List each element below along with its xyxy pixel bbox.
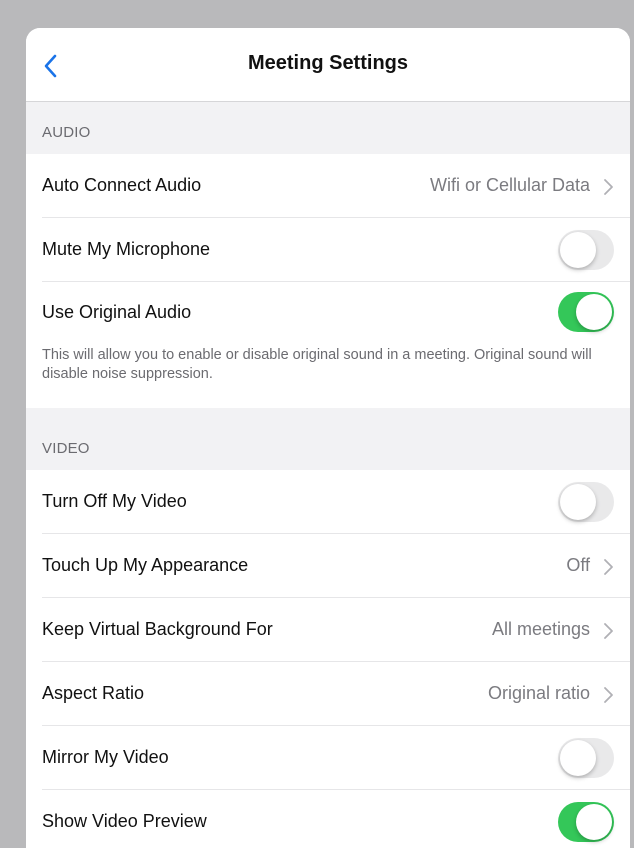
turn-off-video-label: Turn Off My Video xyxy=(42,491,187,511)
video-preview-label: Show Video Preview xyxy=(42,811,207,831)
virtual-background-value: All meetings xyxy=(491,619,590,639)
mirror-video-label: Mirror My Video xyxy=(42,747,169,767)
toggle-knob xyxy=(560,232,596,268)
video-preview-row: Show Video Preview xyxy=(26,790,630,848)
original-audio-label: Use Original Audio xyxy=(42,302,192,322)
settings-panel: Meeting Settings AUDIO Auto Connect Audi… xyxy=(26,28,630,848)
chevron-right-icon xyxy=(604,687,613,703)
navigation-bar: Meeting Settings xyxy=(26,28,630,102)
auto-connect-audio-value: Wifi or Cellular Data xyxy=(429,175,590,195)
aspect-ratio-label: Aspect Ratio xyxy=(42,683,145,703)
mute-microphone-label: Mute My Microphone xyxy=(42,239,211,259)
chevron-right-icon xyxy=(604,623,613,639)
original-audio-description: This will allow you to enable or disable… xyxy=(42,347,592,382)
chevron-right-icon xyxy=(604,179,613,195)
mute-microphone-toggle[interactable] xyxy=(558,230,614,270)
virtual-background-row[interactable]: Keep Virtual Background For All meetings xyxy=(26,598,630,662)
audio-section-label: AUDIO xyxy=(42,124,91,141)
audio-section-header: AUDIO xyxy=(26,102,630,154)
touch-up-appearance-row[interactable]: Touch Up My Appearance Off xyxy=(26,534,630,598)
chevron-right-icon xyxy=(604,559,613,575)
turn-off-video-toggle[interactable] xyxy=(558,482,614,522)
toggle-knob xyxy=(576,804,612,840)
video-section-label: VIDEO xyxy=(42,440,90,457)
toggle-knob xyxy=(560,740,596,776)
video-section-header: VIDEO xyxy=(26,408,630,470)
auto-connect-audio-row[interactable]: Auto Connect Audio Wifi or Cellular Data xyxy=(26,154,630,218)
mirror-video-toggle[interactable] xyxy=(558,738,614,778)
mute-microphone-row: Mute My Microphone xyxy=(26,218,630,282)
touch-up-appearance-value: Off xyxy=(566,555,590,575)
auto-connect-audio-label: Auto Connect Audio xyxy=(42,175,202,195)
page-title: Meeting Settings xyxy=(247,52,408,74)
virtual-background-label: Keep Virtual Background For xyxy=(42,619,273,639)
touch-up-appearance-label: Touch Up My Appearance xyxy=(42,555,249,575)
toggle-knob xyxy=(576,294,612,330)
video-preview-toggle[interactable] xyxy=(558,802,614,842)
aspect-ratio-value: Original ratio xyxy=(487,683,590,703)
aspect-ratio-row[interactable]: Aspect Ratio Original ratio xyxy=(26,662,630,726)
turn-off-video-row: Turn Off My Video xyxy=(26,470,630,534)
original-audio-description-box: This will allow you to enable or disable… xyxy=(26,342,630,408)
mirror-video-row: Mirror My Video xyxy=(26,726,630,790)
original-audio-row: Use Original Audio xyxy=(26,282,630,342)
toggle-knob xyxy=(560,484,596,520)
original-audio-toggle[interactable] xyxy=(558,292,614,332)
